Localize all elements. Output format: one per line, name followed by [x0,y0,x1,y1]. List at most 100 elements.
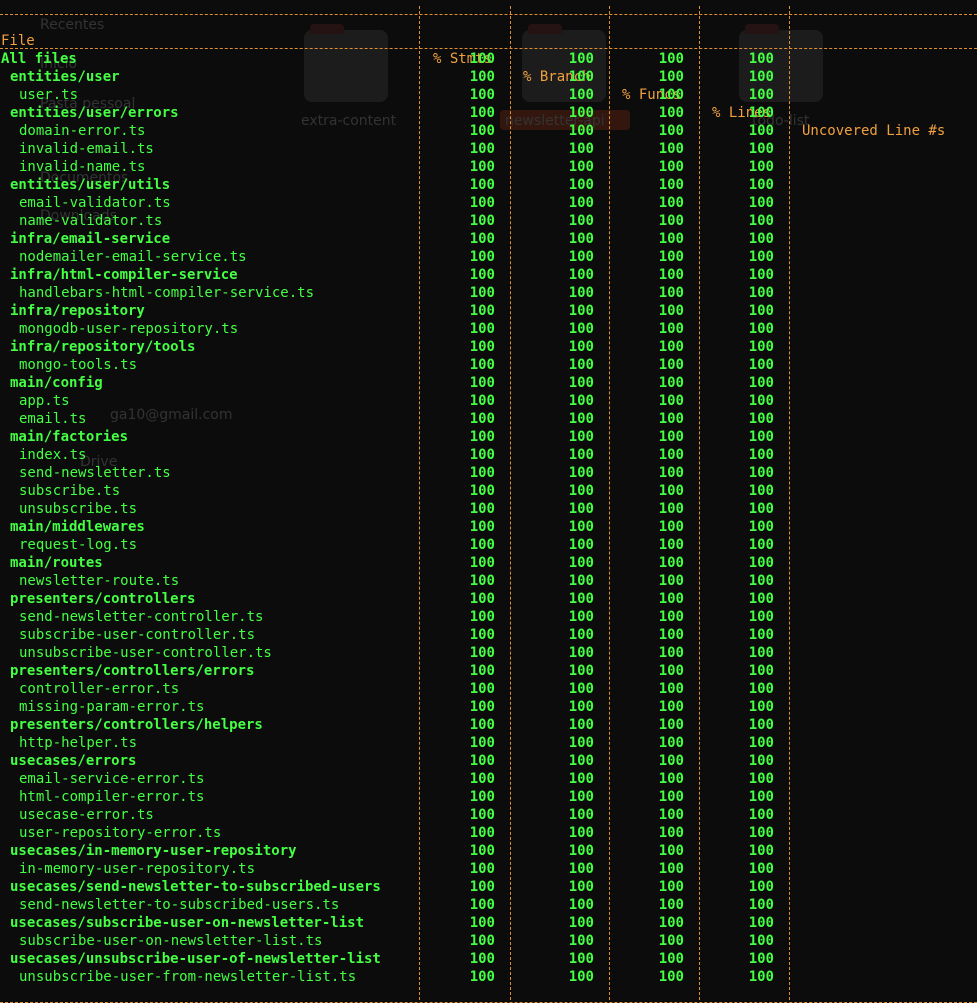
lines-value: 100 [748,519,774,535]
lines-value: 100 [748,123,774,139]
file-path-cell: newsletter-route.ts [19,573,180,589]
table-row: name-validator.ts 100 100 100 100 [0,212,977,230]
lines-value: 100 [748,483,774,499]
branch-value: 100 [568,159,594,175]
funcs-value: 100 [658,159,684,175]
branch-value: 100 [568,519,594,535]
file-path-cell: subscribe-user-on-newsletter-list.ts [19,933,323,949]
table-row: usecase-error.ts 100 100 100 100 [0,806,977,824]
table-row: email-service-error.ts 100 100 100 100 [0,770,977,788]
lines-value: 100 [748,465,774,481]
funcs-value: 100 [658,663,684,679]
stmts-value: 100 [469,771,495,787]
stmts-value: 100 [469,447,495,463]
lines-value: 100 [748,789,774,805]
table-row: send-newsletter-controller.ts 100 100 100 10… [0,608,977,626]
branch-value: 100 [568,231,594,247]
stmts-value: 100 [469,951,495,967]
file-path-cell: usecases/in-memory-user-repository [10,843,297,859]
branch-value: 100 [568,843,594,859]
table-row: infra/html-compiler-service 100 100 100 100 [0,266,977,284]
stmts-value: 100 [469,753,495,769]
file-path-cell: usecases/errors [10,753,137,769]
branch-value: 100 [568,807,594,823]
table-row: mongodb-user-repository.ts 100 100 100 100 [0,320,977,338]
funcs-value: 100 [658,573,684,589]
lines-value: 100 [748,285,774,301]
lines-value: 100 [748,141,774,157]
table-row: request-log.ts 100 100 100 100 [0,536,977,554]
stmts-value: 100 [469,231,495,247]
file-path-cell: usecase-error.ts [19,807,154,823]
table-row: app.ts 100 100 100 100 [0,392,977,410]
stmts-value: 100 [469,735,495,751]
funcs-value: 100 [658,429,684,445]
branch-value: 100 [568,681,594,697]
file-path-cell: infra/repository [10,303,145,319]
table-row: All files 100 100 100 100 [0,50,977,68]
stmts-value: 100 [469,357,495,373]
header-file: File [1,33,35,49]
file-path-cell: mongodb-user-repository.ts [19,321,239,337]
branch-value: 100 [568,933,594,949]
branch-value: 100 [568,501,594,517]
file-path-cell: invalid-email.ts [19,141,154,157]
file-path-cell: presenters/controllers [10,591,196,607]
file-path-cell: invalid-name.ts [19,159,146,175]
funcs-value: 100 [658,717,684,733]
stmts-value: 100 [469,177,495,193]
branch-value: 100 [568,213,594,229]
stmts-value: 100 [469,843,495,859]
funcs-value: 100 [658,123,684,139]
branch-value: 100 [568,321,594,337]
file-path-cell: user-repository-error.ts [19,825,222,841]
funcs-value: 100 [658,375,684,391]
lines-value: 100 [748,951,774,967]
lines-value: 100 [748,681,774,697]
lines-value: 100 [748,51,774,67]
stmts-value: 100 [469,51,495,67]
lines-value: 100 [748,69,774,85]
funcs-value: 100 [658,753,684,769]
table-row: unsubscribe-user-from-newsletter-list.ts… [0,968,977,986]
stmts-value: 100 [469,411,495,427]
funcs-value: 100 [658,357,684,373]
funcs-value: 100 [658,249,684,265]
funcs-value: 100 [658,87,684,103]
file-path-cell: infra/email-service [10,231,171,247]
stmts-value: 100 [469,555,495,571]
funcs-value: 100 [658,321,684,337]
stmts-value: 100 [469,537,495,553]
funcs-value: 100 [658,213,684,229]
table-header-separator [0,48,977,49]
lines-value: 100 [748,501,774,517]
table-row: main/routes 100 100 100 100 [0,554,977,572]
file-path-cell: usecases/unsubscribe-user-of-newsletter-… [10,951,381,967]
file-path-cell: main/factories [10,429,129,445]
stmts-value: 100 [469,501,495,517]
branch-value: 100 [568,699,594,715]
lines-value: 100 [748,735,774,751]
table-row: html-compiler-error.ts 100 100 100 100 [0,788,977,806]
stmts-value: 100 [469,717,495,733]
file-path-cell: email.ts [19,411,87,427]
branch-value: 100 [568,249,594,265]
branch-value: 100 [568,915,594,931]
branch-value: 100 [568,69,594,85]
funcs-value: 100 [658,735,684,751]
funcs-value: 100 [658,969,684,985]
branch-value: 100 [568,861,594,877]
branch-value: 100 [568,429,594,445]
table-row: subscribe-user-on-newsletter-list.ts 100 1… [0,932,977,950]
lines-value: 100 [748,897,774,913]
lines-value: 100 [748,915,774,931]
file-path-cell: unsubscribe.ts [19,501,138,517]
table-row: send-newsletter.ts 100 100 100 100 [0,464,977,482]
lines-value: 100 [748,87,774,103]
funcs-value: 100 [658,645,684,661]
branch-value: 100 [568,789,594,805]
table-row: usecases/errors 100 100 100 100 [0,752,977,770]
funcs-value: 100 [658,519,684,535]
stmts-value: 100 [469,969,495,985]
table-row: unsubscribe-user-controller.ts 100 100 100 1… [0,644,977,662]
